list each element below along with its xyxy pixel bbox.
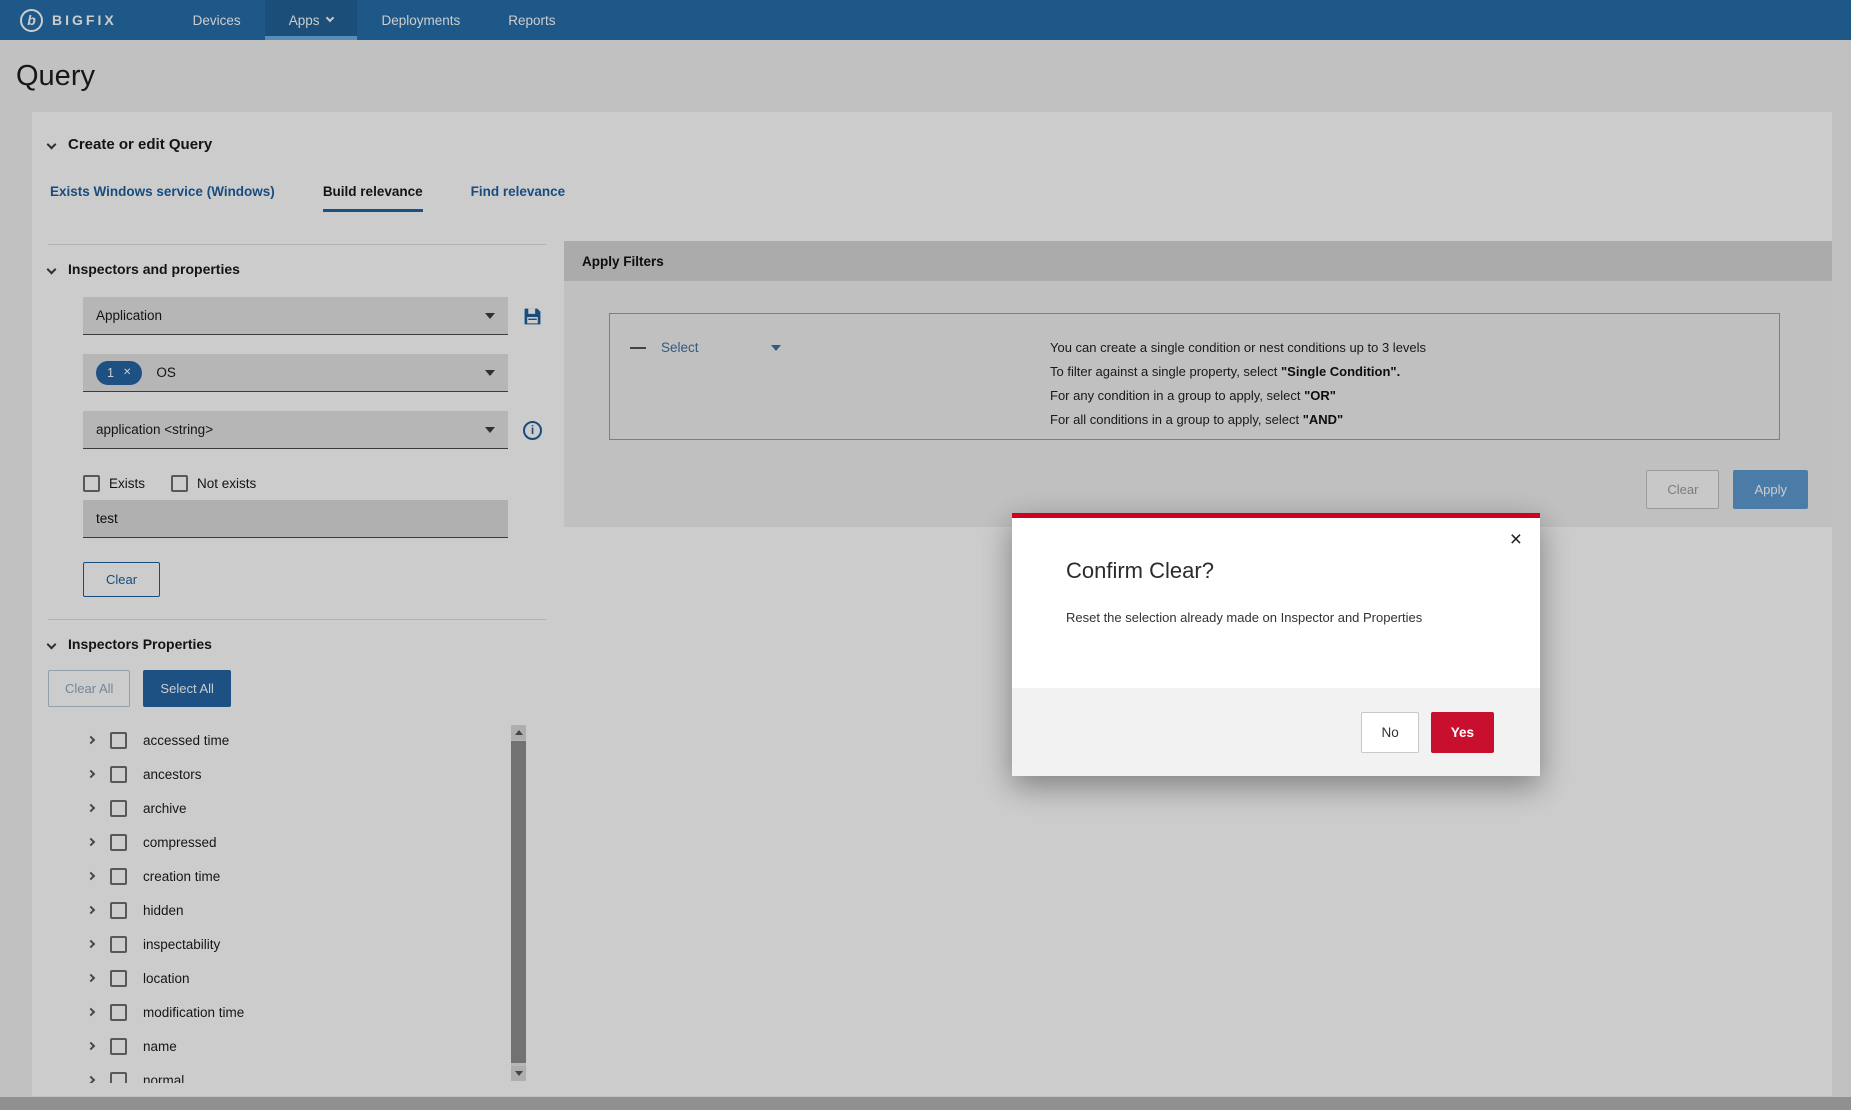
no-button[interactable]: No (1361, 712, 1418, 753)
confirm-clear-dialog: × Confirm Clear? Reset the selection alr… (1012, 513, 1540, 776)
modal-dim-overlay (0, 0, 1851, 1110)
dialog-footer: No Yes (1012, 688, 1540, 776)
dialog-title: Confirm Clear? (1066, 558, 1540, 584)
yes-button[interactable]: Yes (1431, 712, 1494, 753)
close-icon[interactable]: × (1510, 528, 1522, 552)
dialog-body-text: Reset the selection already made on Insp… (1066, 610, 1486, 625)
